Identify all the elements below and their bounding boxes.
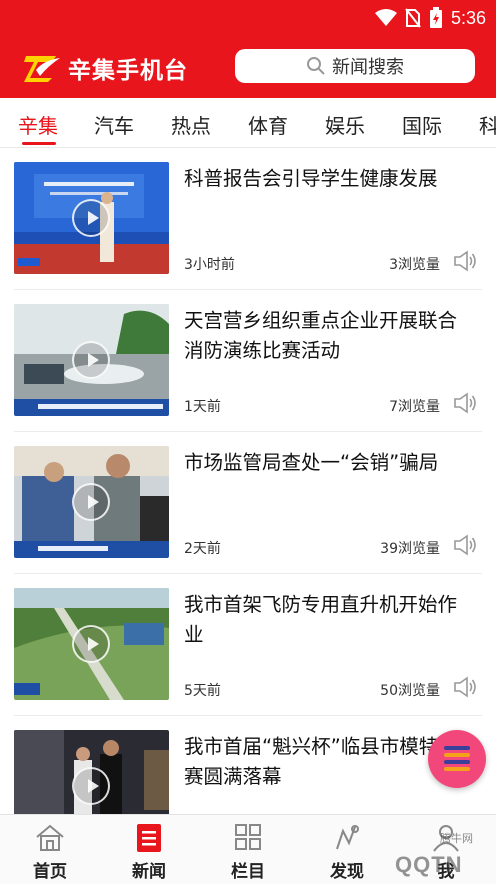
nav-label: 新闻 xyxy=(132,862,166,882)
watermark-small-text: 腾牛网 xyxy=(440,832,473,845)
grid-icon xyxy=(235,824,261,850)
no-sim-icon xyxy=(405,8,421,28)
search-icon xyxy=(307,57,325,75)
news-item[interactable]: 我市首架飞防专用直升机开始作业 5天前 50浏览量 xyxy=(0,574,496,716)
nav-discover[interactable]: 发现 xyxy=(297,815,397,884)
app-root: 5:36 辛集手机台 新闻搜索 辛集 汽车 热点 体育 娱乐 国际 科普报告会引… xyxy=(0,0,496,884)
menu-line xyxy=(444,767,470,771)
battery-charging-icon xyxy=(429,7,442,28)
app-header: 辛集手机台 新闻搜索 xyxy=(0,36,496,98)
nav-columns[interactable]: 栏目 xyxy=(198,815,298,884)
play-icon xyxy=(72,625,110,663)
status-time: 5:36 xyxy=(450,7,486,28)
news-time: 5天前 xyxy=(184,683,221,699)
tab-entertainment[interactable]: 娱乐 xyxy=(325,110,365,139)
speaker-icon[interactable] xyxy=(452,675,478,699)
play-icon xyxy=(72,199,110,237)
discover-icon xyxy=(336,825,359,850)
search-label: 新闻搜索 xyxy=(332,57,404,78)
floating-menu-button[interactable] xyxy=(428,730,486,788)
news-thumbnail[interactable] xyxy=(14,162,169,274)
nav-label: 发现 xyxy=(330,862,364,882)
news-thumbnail[interactable] xyxy=(14,730,169,814)
speaker-icon[interactable] xyxy=(452,249,478,273)
wifi-icon xyxy=(374,9,397,26)
news-item[interactable]: 天宫营乡组织重点企业开展联合消防演练比赛活动 1天前 7浏览量 xyxy=(0,290,496,432)
app-title: 辛集手机台 xyxy=(68,58,188,84)
tab-auto[interactable]: 汽车 xyxy=(94,110,134,139)
home-icon xyxy=(36,824,64,851)
news-icon xyxy=(137,824,161,852)
news-thumbnail[interactable] xyxy=(14,304,169,416)
nav-news[interactable]: 新闻 xyxy=(99,815,199,884)
tab-xinji[interactable]: 辛集 xyxy=(18,110,58,139)
news-views: 7浏览量 xyxy=(389,399,440,415)
nav-home[interactable]: 首页 xyxy=(0,815,100,884)
menu-line xyxy=(444,746,470,750)
news-thumbnail[interactable] xyxy=(14,446,169,558)
news-time: 3小时前 xyxy=(184,257,235,273)
tab-sports[interactable]: 体育 xyxy=(248,110,288,139)
news-time: 2天前 xyxy=(184,541,221,557)
news-views: 3浏览量 xyxy=(389,257,440,273)
news-thumbnail[interactable] xyxy=(14,588,169,700)
news-item[interactable]: 市场监管局查处一“会销”骗局 2天前 39浏览量 xyxy=(0,432,496,574)
active-tab-indicator xyxy=(22,142,56,145)
news-views: 39浏览量 xyxy=(380,541,440,557)
news-title[interactable]: 科普报告会引导学生健康发展 xyxy=(184,164,476,194)
tab-science[interactable]: 科 xyxy=(479,110,496,139)
play-icon xyxy=(72,341,110,379)
news-title[interactable]: 市场监管局查处一“会销”骗局 xyxy=(184,448,476,478)
tab-hot[interactable]: 热点 xyxy=(171,110,211,139)
status-icons: 5:36 xyxy=(374,6,486,30)
news-title[interactable]: 天宫营乡组织重点企业开展联合消防演练比赛活动 xyxy=(184,306,476,366)
speaker-icon[interactable] xyxy=(452,533,478,557)
news-list: 科普报告会引导学生健康发展 3小时前 3浏览量 天宫营乡组织重点企业开展联合消防… xyxy=(0,148,496,814)
nav-label: 栏目 xyxy=(231,862,265,882)
watermark-text: QQTN xyxy=(395,852,463,877)
app-logo-icon xyxy=(24,56,60,82)
news-item[interactable]: 我市首届“魁兴杯”临县市模特大赛圆满落幕 xyxy=(0,716,496,814)
nav-label: 首页 xyxy=(33,862,67,882)
menu-line xyxy=(444,753,470,757)
news-time: 1天前 xyxy=(184,399,221,415)
menu-line xyxy=(444,760,470,764)
tab-international[interactable]: 国际 xyxy=(402,110,442,139)
play-icon xyxy=(72,767,110,805)
category-tabs: 辛集 汽车 热点 体育 娱乐 国际 科 xyxy=(0,98,496,148)
news-title[interactable]: 我市首架飞防专用直升机开始作业 xyxy=(184,590,476,650)
news-item[interactable]: 科普报告会引导学生健康发展 3小时前 3浏览量 xyxy=(0,148,496,290)
news-search-box[interactable]: 新闻搜索 xyxy=(235,49,475,83)
play-icon xyxy=(72,483,110,521)
status-bar: 5:36 xyxy=(0,0,496,36)
news-views: 50浏览量 xyxy=(380,683,440,699)
speaker-icon[interactable] xyxy=(452,391,478,415)
